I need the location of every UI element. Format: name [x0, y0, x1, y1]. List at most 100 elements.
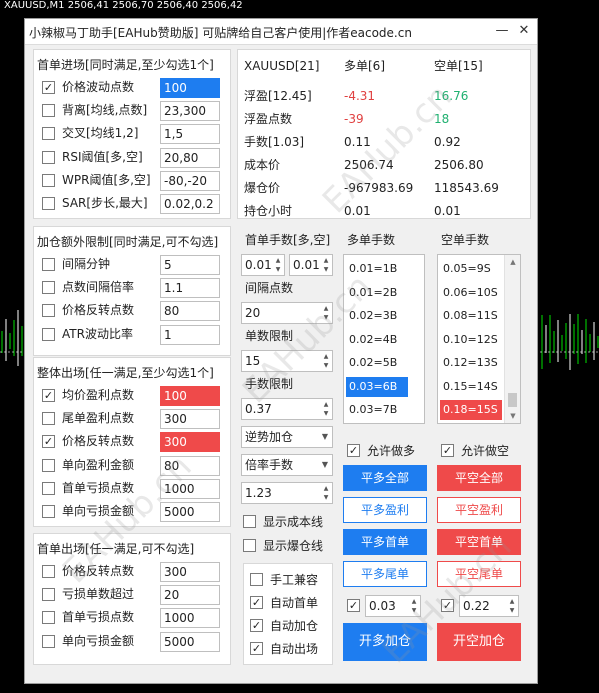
firstexit-checkbox[interactable] — [42, 611, 55, 625]
allexit-row-input[interactable]: 100 — [160, 386, 220, 406]
allexit-checkbox[interactable]: ✓ — [42, 435, 55, 449]
auto-exit-checkbox[interactable]: ✓ — [250, 642, 263, 655]
add-mode-select[interactable]: 逆势加仓 ▼ — [241, 426, 333, 448]
allexit-checkbox[interactable] — [42, 412, 55, 426]
addlimit-row-input[interactable]: 5 — [160, 255, 220, 275]
entry-checkbox[interactable] — [42, 150, 55, 164]
close-profit-long-button[interactable]: 平多盈利 — [343, 497, 427, 523]
short-lots-list[interactable]: 0.05=9S 0.06=10S 0.08=11S 0.10=12S 0.12=13S 0… — [437, 254, 521, 424]
single-limit-spinner[interactable]: 15 ▲ ▼ — [241, 350, 333, 372]
addlimit-checkbox[interactable] — [42, 281, 55, 295]
firstexit-checkbox[interactable] — [42, 634, 55, 648]
list-item[interactable]: 0.03=6B — [346, 376, 408, 397]
entry-row-input[interactable]: 0.02,0.2 — [160, 194, 220, 214]
list-item[interactable]: 0.02=4B — [346, 330, 408, 350]
list-item[interactable]: 0.02=5B — [346, 353, 408, 373]
list-item[interactable]: 0.05=9S — [440, 259, 502, 279]
long-lots-list[interactable]: 0.01=1B 0.01=2B 0.02=3B 0.02=4B 0.02=5B 0.03=… — [343, 254, 425, 424]
allexit-row-input[interactable]: 300 — [160, 432, 220, 453]
list-item[interactable]: 0.01=1B — [346, 259, 408, 279]
close-all-short-button[interactable]: 平空全部 — [437, 465, 521, 491]
scroll-up-icon[interactable]: ▲ — [505, 255, 520, 269]
close-last-long-button[interactable]: 平多尾单 — [343, 561, 427, 587]
allexit-row-input[interactable]: 300 — [160, 409, 220, 430]
allexit-row-input[interactable]: 80 — [160, 455, 220, 476]
entry-row-input[interactable]: 20,80 — [160, 147, 220, 168]
entry-checkbox[interactable] — [42, 127, 55, 141]
entry-row-input[interactable]: 100 — [160, 78, 220, 98]
scroll-down-icon[interactable]: ▼ — [505, 409, 520, 423]
add-long-button[interactable]: 开多加仓 — [343, 623, 427, 661]
add-short-button[interactable]: 开空加仓 — [437, 623, 521, 661]
entry-row-input[interactable]: -80,-20 — [160, 170, 220, 191]
list-item[interactable]: 0.08=11S — [440, 306, 502, 326]
addlimit-row-input[interactable]: 80 — [160, 301, 220, 322]
allexit-row-input[interactable]: 1000 — [160, 478, 220, 499]
allexit-row-input[interactable]: 5000 — [160, 502, 220, 522]
allexit-checkbox[interactable] — [42, 505, 55, 518]
allexit-checkbox[interactable] — [42, 458, 55, 472]
spinner-arrows-icon[interactable]: ▲ ▼ — [321, 352, 331, 370]
short-list-scrollbar[interactable]: ▲ ▼ — [504, 255, 520, 423]
firstexit-checkbox[interactable] — [42, 588, 55, 602]
lot-limit-spinner[interactable]: 0.37 ▲ ▼ — [241, 398, 333, 420]
entry-checkbox[interactable] — [42, 197, 55, 210]
close-last-short-button[interactable]: 平空尾单 — [437, 561, 521, 587]
spinner-arrows-icon[interactable]: ▲ ▼ — [321, 400, 331, 418]
lot-mode-select[interactable]: 倍率手数 ▼ — [241, 454, 333, 476]
first-lot-short-spinner[interactable]: 0.01 ▲ ▼ — [289, 254, 333, 276]
firstexit-checkbox[interactable] — [42, 565, 55, 578]
scroll-thumb[interactable] — [508, 393, 517, 407]
list-item[interactable]: 0.06=10S — [440, 283, 502, 303]
entry-row-input[interactable]: 23,300 — [160, 101, 220, 122]
add-long-lot-spinner[interactable]: 0.03 ▲ ▼ — [365, 595, 421, 617]
manual-checkbox[interactable] — [250, 573, 263, 586]
entry-checkbox[interactable] — [42, 104, 55, 118]
minimize-button[interactable]: — — [493, 22, 511, 40]
spinner-arrows-icon[interactable]: ▲ ▼ — [409, 597, 419, 615]
list-item[interactable]: 0.12=13S — [440, 353, 502, 373]
allow-short-checkbox[interactable]: ✓ — [441, 444, 454, 457]
firstexit-row-input[interactable]: 5000 — [160, 631, 220, 652]
spinner-arrows-icon[interactable]: ▲ ▼ — [273, 256, 283, 274]
addlimit-row-input[interactable]: 1.1 — [160, 278, 220, 299]
spinner-arrows-icon[interactable]: ▲ ▼ — [507, 597, 517, 615]
close-profit-short-button[interactable]: 平空盈利 — [437, 497, 521, 523]
allexit-checkbox[interactable] — [42, 481, 55, 495]
close-first-short-button[interactable]: 平空首单 — [437, 529, 521, 555]
entry-row-input[interactable]: 1,5 — [160, 124, 220, 145]
close-button[interactable]: ✕ — [515, 22, 533, 40]
addlimit-row-input[interactable]: 1 — [160, 324, 220, 345]
show-blowup-checkbox[interactable] — [243, 539, 256, 552]
auto-first-checkbox[interactable]: ✓ — [250, 596, 263, 609]
list-item[interactable]: 0.02=3B — [346, 306, 408, 326]
close-first-long-button[interactable]: 平多首单 — [343, 529, 427, 555]
list-item[interactable]: 0.01=2B — [346, 283, 408, 303]
firstexit-row-input[interactable]: 300 — [160, 562, 220, 582]
show-cost-checkbox[interactable] — [243, 515, 256, 528]
entry-checkbox[interactable] — [42, 173, 55, 187]
entry-checkbox[interactable]: ✓ — [42, 81, 55, 94]
spinner-arrows-icon[interactable]: ▲ ▼ — [321, 256, 331, 274]
add-short-lot-checkbox[interactable]: ✓ — [441, 599, 454, 612]
spinner-arrows-icon[interactable]: ▲ ▼ — [321, 484, 331, 502]
multiplier-spinner[interactable]: 1.23 ▲ ▼ — [241, 482, 333, 504]
allow-long-checkbox[interactable]: ✓ — [347, 444, 360, 457]
firstexit-row-input[interactable]: 20 — [160, 585, 220, 606]
firstexit-row-input[interactable]: 1000 — [160, 608, 220, 629]
interval-spinner[interactable]: 20 ▲ ▼ — [241, 302, 333, 324]
spinner-arrows-icon[interactable]: ▲ ▼ — [321, 304, 331, 322]
add-long-lot-checkbox[interactable]: ✓ — [347, 599, 360, 612]
auto-add-checkbox[interactable]: ✓ — [250, 619, 263, 632]
first-lot-long-spinner[interactable]: 0.01 ▲ ▼ — [241, 254, 285, 276]
list-item[interactable]: 0.15=14S — [440, 377, 502, 397]
addlimit-checkbox[interactable] — [42, 258, 55, 271]
addlimit-checkbox[interactable] — [42, 327, 55, 341]
list-item[interactable]: 0.03=7B — [346, 400, 408, 420]
add-short-lot-spinner[interactable]: 0.22 ▲ ▼ — [459, 595, 519, 617]
list-item[interactable]: 0.10=12S — [440, 330, 502, 350]
addlimit-checkbox[interactable] — [42, 304, 55, 318]
close-all-long-button[interactable]: 平多全部 — [343, 465, 427, 491]
list-item[interactable]: 0.18=15S — [440, 400, 502, 420]
allexit-checkbox[interactable]: ✓ — [42, 389, 55, 402]
